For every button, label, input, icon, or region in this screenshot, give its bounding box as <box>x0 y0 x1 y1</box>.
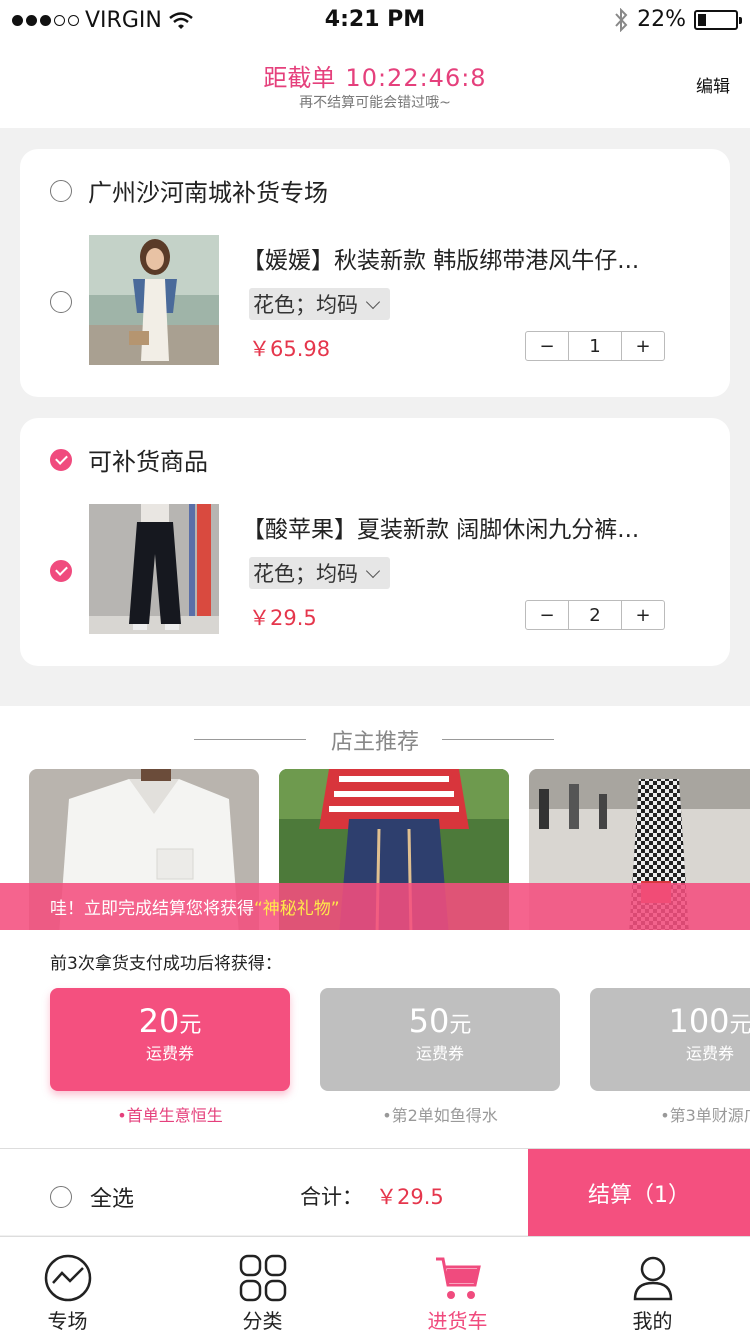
increase-button[interactable]: + <box>622 332 664 360</box>
user-icon <box>633 1256 672 1301</box>
group-header[interactable]: 可补货商品 <box>50 442 208 477</box>
chevron-down-icon <box>365 294 381 309</box>
checkout-button[interactable]: 结算（1） <box>528 1149 750 1236</box>
select-all-label: 全选 <box>90 1187 135 1212</box>
increase-button[interactable]: + <box>622 601 664 629</box>
group-title: 可补货商品 <box>88 448 208 476</box>
quantity-stepper: − 2 + <box>525 600 665 630</box>
coupon-label: 运费券 <box>415 1044 464 1063</box>
status-right: 22% <box>613 7 742 32</box>
category-icon <box>239 1254 286 1302</box>
cart-icon <box>435 1257 481 1299</box>
cart-group: 可补货商品 【酸苹果】夏装新款 阔脚休闲九分裤... 花色；均码 ￥29.5 −… <box>20 418 730 666</box>
trend-icon <box>44 1254 91 1302</box>
coupon-value: 100 <box>668 1002 730 1040</box>
promo-text: 哇！立即完成结算您将获得 <box>50 899 254 919</box>
coupon-section-title: 前3次拿货支付成功后将获得： <box>50 954 282 974</box>
coupon-value: 20 <box>138 1002 180 1040</box>
spec-selector[interactable]: 花色；均码 <box>249 557 390 589</box>
product-price: ￥29.5 <box>249 606 317 630</box>
item-checkbox[interactable] <box>50 291 72 313</box>
coupon-unit: 元 <box>729 1013 750 1038</box>
tab-label: 专场 <box>47 1309 88 1333</box>
quantity-input[interactable]: 1 <box>568 332 622 360</box>
select-all[interactable]: 全选 <box>50 1181 134 1213</box>
recommend-title: 店主推荐 <box>330 730 419 755</box>
coupon-card[interactable]: 20元 运费券 <box>50 988 290 1091</box>
product-title[interactable]: 【酸苹果】夏装新款 阔脚休闲九分裤... <box>242 510 639 544</box>
countdown-label: 距截单 <box>263 64 336 92</box>
coupon-label: 运费券 <box>685 1044 734 1063</box>
chevron-down-icon <box>365 563 381 578</box>
group-title: 广州沙河南城补货专场 <box>88 179 328 207</box>
edit-button[interactable]: 编辑 <box>696 72 730 97</box>
checkout-bar: 全选 合计： ￥29.5 结算（1） <box>0 1148 750 1236</box>
item-checkbox[interactable] <box>50 560 72 582</box>
coupon-note: •第2单如鱼得水 <box>382 1106 498 1125</box>
countdown-time: 10:22:46:8 <box>345 64 487 92</box>
tab-cart[interactable]: 进货车 <box>360 1237 555 1334</box>
cart-group: 广州沙河南城补货专场 【媛媛】秋装新款 韩版绑带港风牛仔... 花色；均码 ￥6… <box>20 149 730 397</box>
tab-label: 进货车 <box>427 1309 488 1333</box>
coupon-unit: 元 <box>179 1013 202 1038</box>
tab-special[interactable]: 专场 <box>0 1237 165 1334</box>
product-price: ￥65.98 <box>249 337 331 361</box>
decrease-button[interactable]: − <box>526 332 568 360</box>
coupon-amount: 20元 <box>50 1002 290 1040</box>
coupon-card[interactable]: 100元 运费券 <box>590 988 750 1091</box>
group-checkbox[interactable] <box>50 179 72 202</box>
total-label: 合计： <box>300 1185 363 1209</box>
quantity-input[interactable]: 2 <box>568 601 622 629</box>
tab-bar: 专场 分类 进货车 我的 <box>0 1236 750 1334</box>
spec-selector[interactable]: 花色；均码 <box>249 288 390 320</box>
promo-banner[interactable]: 哇！立即完成结算您将获得 “神秘礼物” <box>0 883 750 930</box>
product-title[interactable]: 【媛媛】秋装新款 韩版绑带港风牛仔... <box>242 241 639 275</box>
coupon-section: 前3次拿货支付成功后将获得： 20元 运费券 •首单生意恒生 50元 运费券 •… <box>0 930 750 1148</box>
product-image[interactable] <box>89 504 219 634</box>
countdown-subtitle: 再不结算可能会错过哦~ <box>299 95 451 111</box>
tab-mine[interactable]: 我的 <box>555 1237 750 1334</box>
battery-icon <box>694 9 742 30</box>
group-checkbox[interactable] <box>50 448 72 471</box>
tab-category[interactable]: 分类 <box>165 1237 360 1334</box>
select-all-checkbox[interactable] <box>50 1186 72 1208</box>
coupon-note: •第3单财源广 <box>660 1106 750 1125</box>
spec-label: 花色；均码 <box>253 562 358 586</box>
coupon-amount: 50元 <box>320 1002 560 1040</box>
countdown: 距截单 10:22:46:8 <box>0 58 750 93</box>
coupon-unit: 元 <box>449 1013 472 1038</box>
group-header[interactable]: 广州沙河南城补货专场 <box>50 173 328 208</box>
spec-label: 花色；均码 <box>253 293 358 317</box>
decrease-button[interactable]: − <box>526 601 568 629</box>
status-bar: VIRGIN 4:21 PM 22% <box>0 0 750 40</box>
page-header: 距截单 10:22:46:8 再不结算可能会错过哦~ 编辑 <box>0 40 750 128</box>
coupon-label: 运费券 <box>145 1044 194 1063</box>
promo-highlight: “神秘礼物” <box>254 899 340 919</box>
product-image[interactable] <box>89 235 219 365</box>
coupon-amount: 100元 <box>590 1002 750 1040</box>
bluetooth-icon <box>615 7 628 32</box>
total-value: ￥29.5 <box>376 1185 444 1209</box>
coupon-value: 50 <box>408 1002 450 1040</box>
coupon-card[interactable]: 50元 运费券 <box>320 988 560 1091</box>
tab-label: 我的 <box>632 1309 673 1333</box>
battery-percent: 22% <box>637 7 686 32</box>
divider <box>442 739 554 740</box>
tab-label: 分类 <box>242 1309 283 1333</box>
quantity-stepper: − 1 + <box>525 331 665 361</box>
coupon-note: •首单生意恒生 <box>117 1106 223 1125</box>
